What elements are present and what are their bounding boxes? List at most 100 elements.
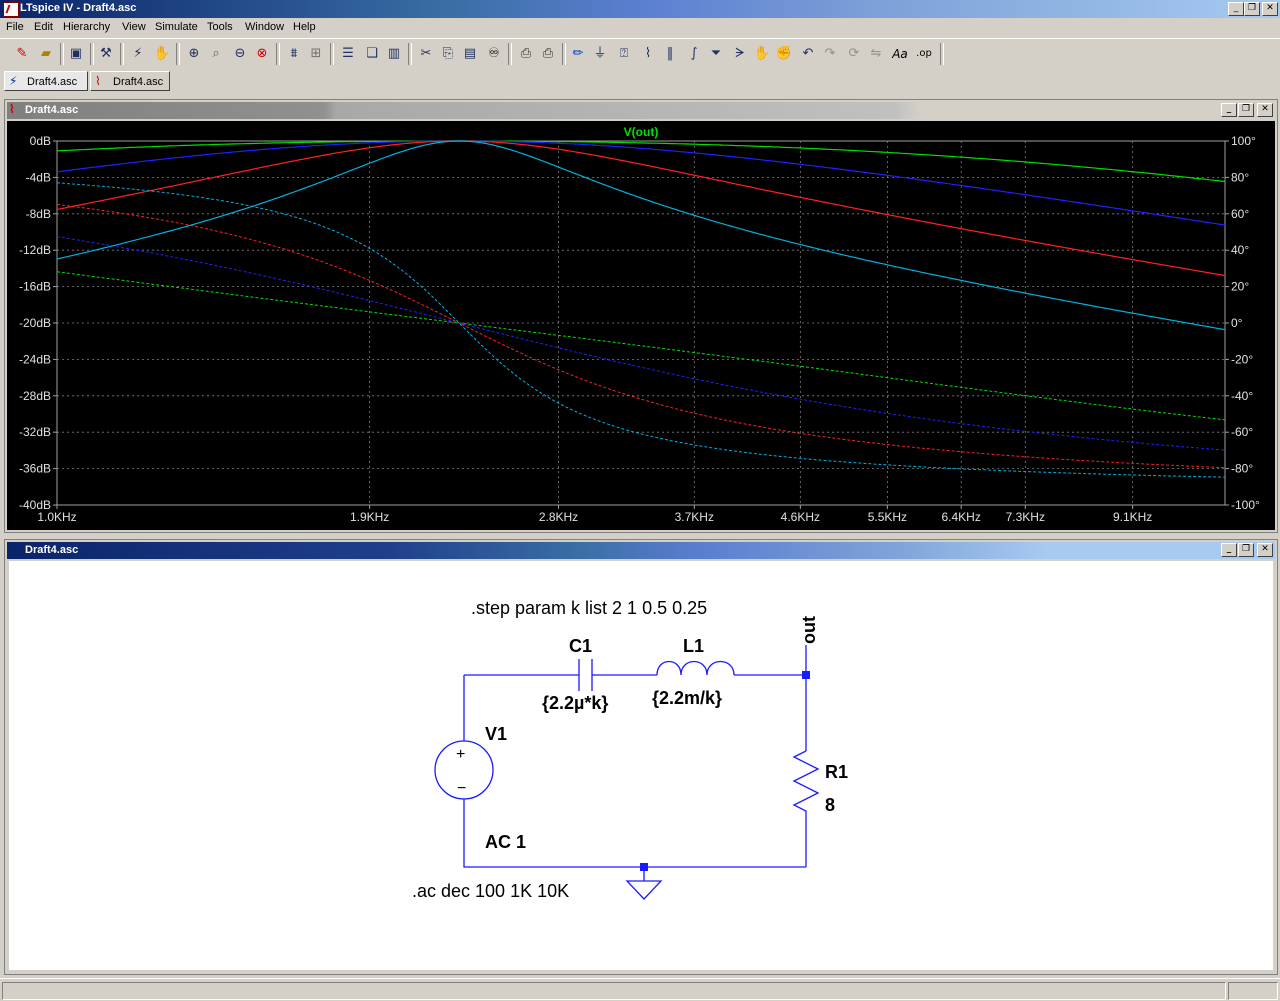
toolbar-separator [508, 43, 512, 65]
y2-tick-label: -20° [1231, 352, 1253, 366]
close-button[interactable]: ✕ [1257, 543, 1273, 557]
tile-vertical-icon[interactable]: ▥ [384, 44, 404, 64]
capacitor-icon[interactable]: ‖ [660, 44, 680, 64]
spice-directive-icon[interactable]: .op [914, 44, 934, 64]
tab-waveform[interactable]: ⌇ Draft4.asc [90, 71, 170, 91]
waveform-icon: ⌇ [9, 102, 15, 116]
menu-view[interactable]: View [122, 21, 146, 33]
grid-icon[interactable]: ⊞ [306, 44, 326, 64]
new-schematic-icon[interactable]: ✎ [12, 44, 32, 64]
magnitude-trace [56, 140, 1226, 183]
ac-directive: .ac dec 100 1K 10K [412, 881, 569, 901]
resistor-r1 [792, 750, 820, 815]
waveform-plot-area[interactable]: 0dB -4dB -8dB -12dB -16dB -20dB -24dB -28dB -32d… [7, 121, 1275, 530]
menu-file[interactable]: File [6, 21, 24, 33]
minimize-button[interactable]: _ [1221, 103, 1237, 117]
x-tick-label: 7.3KHz [1006, 510, 1045, 524]
open-icon[interactable]: ▰ [36, 44, 56, 64]
save-icon[interactable]: ▣ [66, 44, 86, 64]
component-icon[interactable]: ᗒ [730, 44, 750, 64]
print-icon[interactable]: ⎙ [538, 44, 558, 64]
v1-name: V1 [485, 724, 507, 744]
waveform-window[interactable]: ⌇ Draft4.asc _ ❐ ✕ 0dB -4dB -8dB -12dB -16dB… [4, 99, 1278, 533]
c1-name: C1 [569, 636, 592, 656]
y2-tick-label: -40° [1231, 389, 1253, 403]
toolbar: ✎ ▰ ▣ ⚒ ⚡ ✋ ⊕ ⌕ ⊖ ⊗ ⩩ ⊞ ☰ ❏ ▥ ✂ ⎘ ▤ ♾ ⎙ … [0, 38, 1280, 70]
paste-icon[interactable]: ▤ [460, 44, 480, 64]
minimize-button[interactable]: _ [1221, 543, 1237, 557]
label-net-icon[interactable]: ⍰ [614, 44, 634, 64]
phase-trace [56, 182, 1226, 478]
zoom-full-icon[interactable]: ⊗ [252, 44, 272, 64]
y2-tick-label: 20° [1231, 280, 1249, 294]
y2-tick-label: 80° [1231, 170, 1249, 184]
inductor-icon[interactable]: ∫ [684, 44, 704, 64]
magnitude-trace [56, 140, 1226, 277]
resistor-icon[interactable]: ⌇ [638, 44, 658, 64]
rotate-icon[interactable]: ⟳ [844, 44, 864, 64]
schematic-window-title: Draft4.asc [25, 544, 79, 556]
ground-icon[interactable]: ⏚ [590, 44, 610, 64]
menu-simulate[interactable]: Simulate [155, 21, 198, 33]
menu-window[interactable]: Window [245, 21, 284, 33]
document-tabs: ⚡ Draft4.asc ⌇ Draft4.asc [0, 69, 1280, 93]
schematic-window[interactable]: Draft4.asc _ ❐ ✕ .step param k list 2 1 … [4, 539, 1278, 975]
status-panel [2, 982, 1226, 1000]
l1-name: L1 [683, 636, 704, 656]
menu-edit[interactable]: Edit [34, 21, 53, 33]
find-icon[interactable]: ♾ [484, 44, 504, 64]
minus-sign: − [457, 780, 466, 797]
undo-icon[interactable]: ↶ [798, 44, 818, 64]
waveform-window-titlebar: ⌇ Draft4.asc _ ❐ ✕ [7, 102, 1275, 119]
autorange-icon[interactable]: ⩩ [284, 44, 304, 64]
tab-schematic[interactable]: ⚡ Draft4.asc [4, 71, 88, 91]
y-tick-label: -20dB [19, 316, 51, 330]
ltspice-logo-icon [3, 2, 19, 17]
mirror-icon[interactable]: ⇋ [866, 44, 886, 64]
zoom-in-icon[interactable]: ⊕ [184, 44, 204, 64]
close-button[interactable]: ✕ [1262, 2, 1278, 16]
restore-button[interactable]: ❐ [1238, 543, 1254, 557]
junction [802, 671, 810, 679]
y2-tick-label: 40° [1231, 243, 1249, 257]
phase-trace [56, 236, 1226, 451]
copy-icon[interactable]: ⎘ [438, 44, 458, 64]
y2-tick-label: -100° [1231, 498, 1260, 512]
toolbar-separator [60, 43, 64, 65]
toolbar-separator [408, 43, 412, 65]
restore-button[interactable]: ❐ [1238, 103, 1254, 117]
schematic-icon: ⚡ [9, 74, 18, 88]
menu-hierarchy[interactable]: Hierarchy [63, 21, 110, 33]
trace-label: V(out) [624, 125, 659, 139]
tab-label: Draft4.asc [113, 76, 164, 88]
wire-icon[interactable]: ✏ [568, 44, 588, 64]
diode-icon[interactable]: ⏷ [706, 44, 726, 64]
run-icon[interactable]: ⚡ [128, 44, 148, 64]
text-icon[interactable]: Aa [890, 44, 910, 64]
restore-button[interactable]: ❐ [1244, 2, 1260, 16]
cascade-icon[interactable]: ❏ [362, 44, 382, 64]
minimize-button[interactable]: _ [1228, 2, 1244, 16]
x-tick-label: 9.1KHz [1113, 510, 1152, 524]
capacitor-c1 [578, 659, 593, 691]
halt-icon[interactable]: ✋ [152, 44, 172, 64]
y-tick-label: -16dB [19, 280, 51, 294]
move-icon[interactable]: ✋ [752, 44, 772, 64]
r1-value: 8 [825, 795, 835, 815]
menu-help[interactable]: Help [293, 21, 316, 33]
schematic-canvas[interactable]: .step param k list 2 1 0.5 0.25 .ac dec … [9, 561, 1273, 970]
drag-icon[interactable]: ✊ [774, 44, 794, 64]
tile-horizontal-icon[interactable]: ☰ [338, 44, 358, 64]
y2-tick-label: -60° [1231, 425, 1253, 439]
menu-tools[interactable]: Tools [207, 21, 233, 33]
close-button[interactable]: ✕ [1257, 103, 1273, 117]
redo-icon[interactable]: ↷ [820, 44, 840, 64]
c1-value: {2.2µ*k} [542, 693, 608, 713]
cut-icon[interactable]: ✂ [416, 44, 436, 64]
print-preview-icon[interactable]: ⎙ [516, 44, 536, 64]
y2-tick-label: 0° [1231, 316, 1243, 330]
x-tick-label: 1.9KHz [350, 510, 389, 524]
zoom-pan-icon[interactable]: ⌕ [206, 44, 226, 64]
control-panel-icon[interactable]: ⚒ [96, 44, 116, 64]
zoom-out-icon[interactable]: ⊖ [230, 44, 250, 64]
